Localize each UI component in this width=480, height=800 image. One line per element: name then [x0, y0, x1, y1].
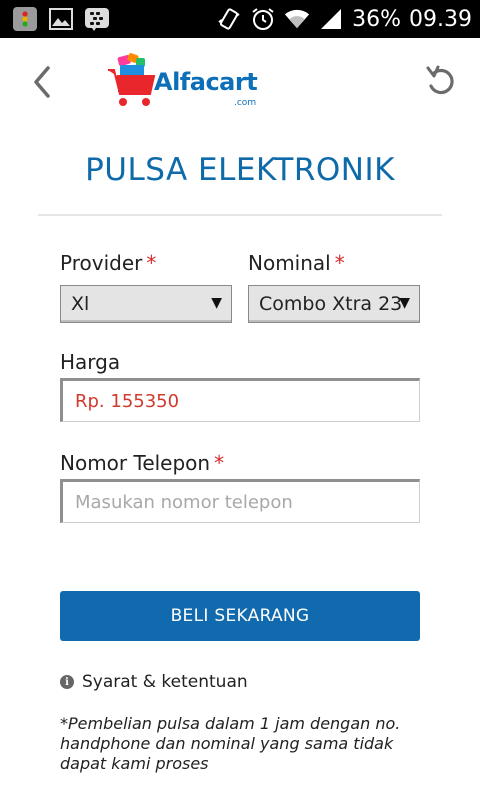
nominal-select[interactable]: Combo Xtra 23 ▼ — [248, 285, 420, 323]
status-bar: 36% 09.39 — [0, 0, 480, 38]
price-field: Rp. 155350 — [60, 378, 420, 422]
clock: 09.39 — [409, 6, 472, 32]
phone-label: Nomor Telepon * — [60, 451, 224, 475]
phone-label-text: Nomor Telepon — [60, 451, 211, 475]
alarm-icon — [250, 6, 276, 32]
signal-icon — [318, 6, 344, 32]
image-icon — [48, 6, 74, 32]
app-header: Alfacart .com — [0, 38, 480, 128]
required-mark: * — [334, 251, 345, 275]
price-label: Harga — [60, 350, 121, 374]
divider — [38, 214, 442, 216]
chevron-down-icon: ▼ — [399, 295, 410, 311]
terms-label: Syarat & ketentuan — [82, 672, 248, 692]
provider-select[interactable]: Xl ▼ — [60, 285, 232, 323]
info-icon: i — [60, 675, 74, 689]
status-notification-icons — [12, 6, 110, 32]
provider-value: Xl — [71, 293, 90, 315]
price-value: Rp. 155350 — [75, 390, 180, 412]
logo-text: Alfacart — [154, 68, 258, 96]
page-title: PULSA ELEKTRONIK — [85, 152, 395, 188]
nominal-label-text: Nominal — [248, 251, 331, 275]
refresh-icon[interactable] — [424, 64, 458, 100]
app-notification-icon — [12, 6, 38, 32]
wifi-icon — [284, 6, 310, 32]
phone-field[interactable]: Masukan nomor telepon — [60, 479, 420, 523]
terms-link[interactable]: i Syarat & ketentuan — [60, 672, 248, 692]
required-mark: * — [146, 251, 157, 275]
bbm-icon — [84, 6, 110, 32]
provider-label-text: Provider — [60, 251, 143, 275]
required-mark: * — [214, 451, 225, 475]
phone-placeholder: Masukan nomor telepon — [75, 491, 293, 513]
provider-label: Provider * — [60, 251, 156, 275]
alfacart-logo: Alfacart .com — [106, 50, 266, 114]
nominal-value: Combo Xtra 23 — [259, 293, 403, 315]
vibrate-icon — [216, 6, 242, 32]
nominal-label: Nominal * — [248, 251, 345, 275]
chevron-down-icon: ▼ — [211, 295, 222, 311]
buy-now-button[interactable]: BELI SEKARANG — [60, 591, 420, 641]
back-icon[interactable] — [28, 64, 58, 100]
battery-percent: 36% — [352, 6, 402, 32]
status-system-icons: 36% 09.39 — [216, 0, 472, 38]
terms-note: *Pembelian pulsa dalam 1 jam dengan no. … — [60, 714, 401, 773]
logo-domain: .com — [234, 98, 257, 108]
